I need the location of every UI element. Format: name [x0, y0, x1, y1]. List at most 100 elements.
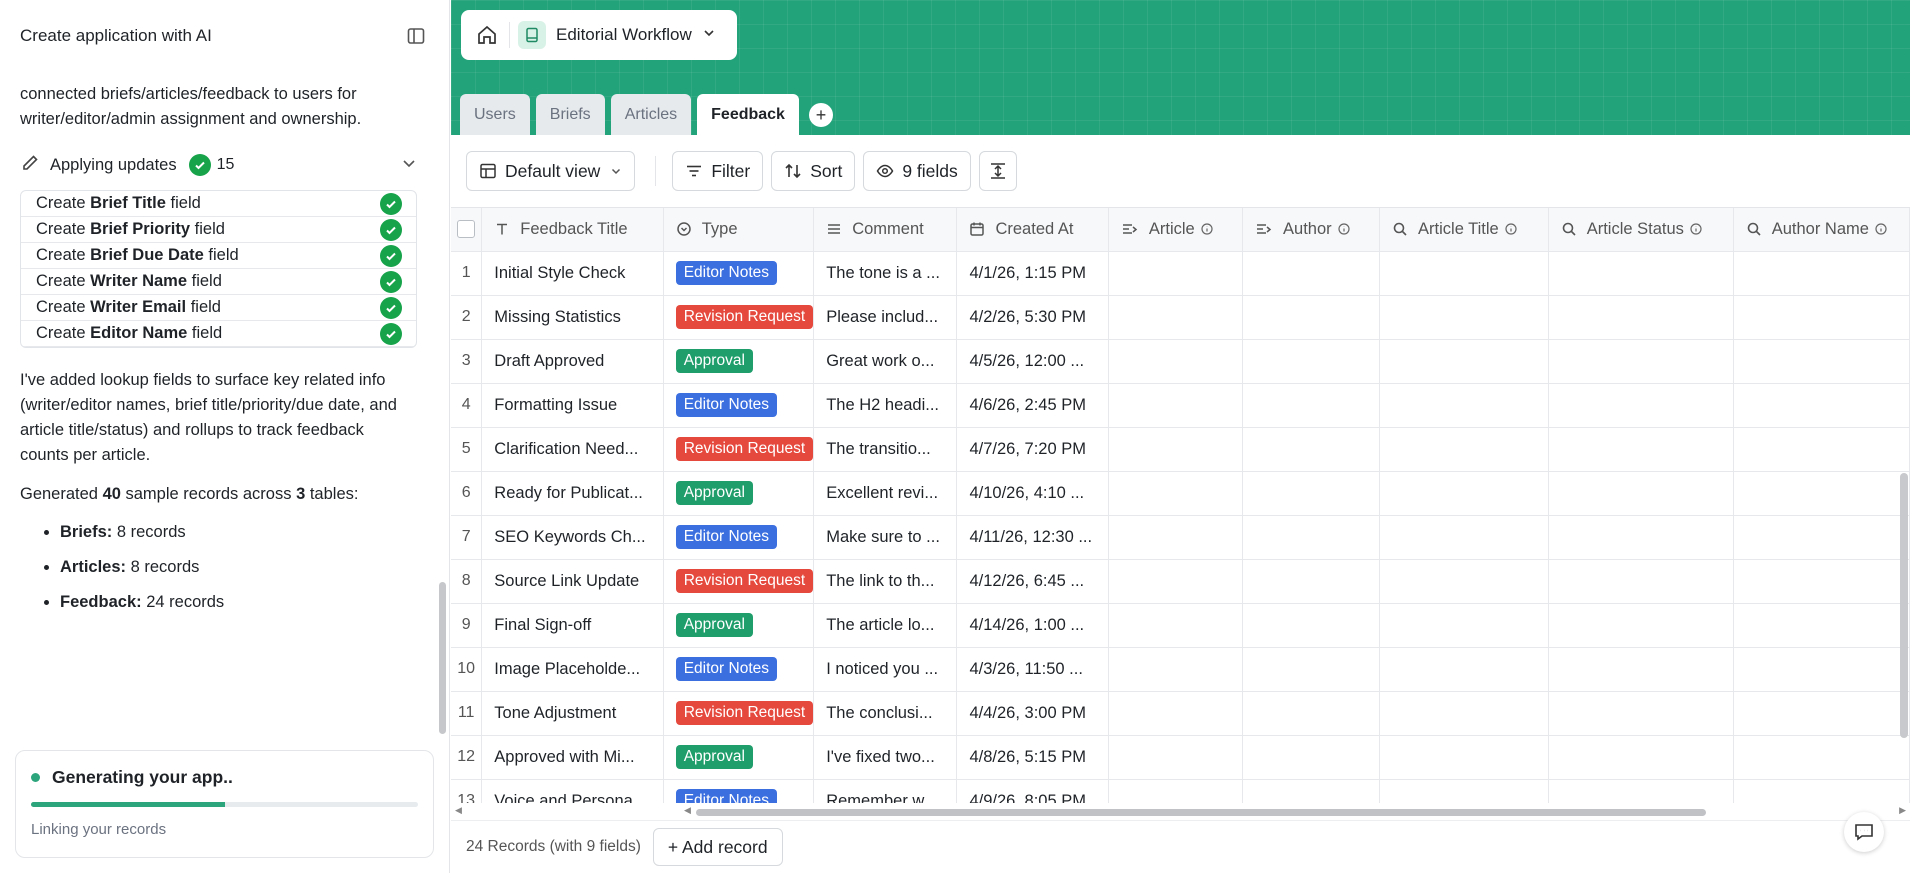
records-grid[interactable]: Feedback Title Type Comment Created At Artic… [451, 207, 1910, 803]
feedback-title-cell[interactable]: Tone Adjustment [481, 691, 664, 736]
table-row[interactable]: 5 Clarification Need... Revision Request… [451, 427, 1910, 472]
created-at-cell[interactable]: 4/11/26, 12:30 ... [956, 515, 1109, 560]
author-name-cell[interactable] [1733, 691, 1910, 736]
author-cell[interactable] [1242, 779, 1381, 803]
author-cell[interactable] [1242, 603, 1381, 648]
comment-cell[interactable]: The tone is a ... [813, 251, 958, 296]
author-cell[interactable] [1242, 515, 1381, 560]
article-cell[interactable] [1108, 691, 1244, 736]
article-title-cell[interactable] [1379, 339, 1549, 384]
author-name-cell[interactable] [1733, 779, 1910, 803]
type-cell[interactable]: Editor Notes [663, 251, 815, 296]
article-title-cell[interactable] [1379, 735, 1549, 780]
applying-updates-row[interactable]: Applying updates 15 [20, 150, 417, 180]
article-status-cell[interactable] [1548, 735, 1734, 780]
comment-cell[interactable]: Great work o... [813, 339, 958, 384]
select-all-checkbox[interactable] [457, 220, 476, 239]
article-status-cell[interactable] [1548, 691, 1734, 736]
filter-button[interactable]: Filter [672, 151, 764, 191]
created-at-cell[interactable]: 4/7/26, 7:20 PM [956, 427, 1109, 472]
comment-cell[interactable]: The link to th... [813, 559, 958, 604]
tab-briefs[interactable]: Briefs [535, 94, 605, 135]
tab-users[interactable]: Users [460, 94, 530, 135]
feedback-title-cell[interactable]: Clarification Need... [481, 427, 664, 472]
author-cell[interactable] [1242, 295, 1381, 340]
article-status-cell[interactable] [1548, 295, 1734, 340]
feedback-title-cell[interactable]: Image Placeholde... [481, 647, 664, 692]
scroll-left-icon[interactable]: ◀ [684, 805, 691, 816]
article-title-cell[interactable] [1379, 427, 1549, 472]
created-at-cell[interactable]: 4/12/26, 6:45 ... [956, 559, 1109, 604]
article-title-cell[interactable] [1379, 515, 1549, 560]
article-title-cell[interactable] [1379, 383, 1549, 428]
article-cell[interactable] [1108, 515, 1244, 560]
author-cell[interactable] [1242, 647, 1381, 692]
article-status-cell[interactable] [1548, 339, 1734, 384]
created-at-cell[interactable]: 4/4/26, 3:00 PM [956, 691, 1109, 736]
type-cell[interactable]: Editor Notes [663, 647, 815, 692]
horizontal-scrollbar[interactable]: ◀ ◀ ▶ [451, 803, 1910, 819]
article-cell[interactable] [1108, 251, 1244, 296]
add-record-button[interactable]: + Add record [652, 828, 783, 866]
sidebar-toggle-icon[interactable] [402, 22, 430, 50]
author-name-cell[interactable] [1733, 251, 1910, 296]
column-header-author-name[interactable]: Author Name [1733, 208, 1910, 252]
horizontal-scroll-thumb[interactable] [696, 809, 1706, 816]
table-row[interactable]: 1 Initial Style Check Editor Notes The t… [451, 251, 1910, 296]
feedback-title-cell[interactable]: Draft Approved [481, 339, 664, 384]
type-cell[interactable]: Approval [663, 735, 815, 780]
comment-cell[interactable]: The H2 headi... [813, 383, 958, 428]
feedback-title-cell[interactable]: Source Link Update [481, 559, 664, 604]
column-header-article-title[interactable]: Article Title [1379, 208, 1549, 252]
article-title-cell[interactable] [1379, 251, 1549, 296]
author-name-cell[interactable] [1733, 603, 1910, 648]
article-title-cell[interactable] [1379, 691, 1549, 736]
table-row[interactable]: 10 Image Placeholde... Editor Notes I no… [451, 647, 1910, 692]
comment-cell[interactable]: Remember w... [813, 779, 958, 803]
table-row[interactable]: 13 Voice and Persona Editor Notes Rememb… [451, 779, 1910, 803]
type-cell[interactable]: Editor Notes [663, 383, 815, 428]
author-cell[interactable] [1242, 559, 1381, 604]
created-at-cell[interactable]: 4/1/26, 1:15 PM [956, 251, 1109, 296]
article-title-cell[interactable] [1379, 471, 1549, 516]
scroll-right-icon[interactable]: ▶ [1899, 805, 1906, 816]
type-cell[interactable]: Revision Request [663, 427, 815, 472]
type-cell[interactable]: Approval [663, 471, 815, 516]
feedback-title-cell[interactable]: SEO Keywords Ch... [481, 515, 664, 560]
tab-feedback[interactable]: Feedback [697, 94, 799, 135]
type-cell[interactable]: Editor Notes [663, 779, 815, 803]
article-status-cell[interactable] [1548, 251, 1734, 296]
table-row[interactable]: 6 Ready for Publicat... Approval Excelle… [451, 471, 1910, 516]
column-header-feedback-title[interactable]: Feedback Title [481, 208, 664, 252]
comment-cell[interactable]: I've fixed two... [813, 735, 958, 780]
author-name-cell[interactable] [1733, 647, 1910, 692]
feedback-title-cell[interactable]: Ready for Publicat... [481, 471, 664, 516]
article-cell[interactable] [1108, 647, 1244, 692]
fields-button[interactable]: 9 fields [863, 151, 971, 191]
table-row[interactable]: 8 Source Link Update Revision Request Th… [451, 559, 1910, 604]
comment-cell[interactable]: The transitio... [813, 427, 958, 472]
created-at-cell[interactable]: 4/3/26, 11:50 ... [956, 647, 1109, 692]
author-name-cell[interactable] [1733, 295, 1910, 340]
created-at-cell[interactable]: 4/8/26, 5:15 PM [956, 735, 1109, 780]
column-header-type[interactable]: Type [663, 208, 815, 252]
article-cell[interactable] [1108, 735, 1244, 780]
created-at-cell[interactable]: 4/2/26, 5:30 PM [956, 295, 1109, 340]
article-status-cell[interactable] [1548, 471, 1734, 516]
author-cell[interactable] [1242, 691, 1381, 736]
feedback-title-cell[interactable]: Missing Statistics [481, 295, 664, 340]
created-at-cell[interactable]: 4/6/26, 2:45 PM [956, 383, 1109, 428]
article-status-cell[interactable] [1548, 559, 1734, 604]
tab-articles[interactable]: Articles [610, 94, 692, 135]
scroll-left-icon[interactable]: ◀ [455, 805, 462, 816]
type-cell[interactable]: Revision Request [663, 295, 815, 340]
article-title-cell[interactable] [1379, 603, 1549, 648]
row-height-button[interactable] [978, 151, 1017, 191]
article-status-cell[interactable] [1548, 603, 1734, 648]
feedback-title-cell[interactable]: Approved with Mi... [481, 735, 664, 780]
updates-list[interactable]: Create Brief Title field Create Brief Pr… [20, 190, 417, 348]
article-title-cell[interactable] [1379, 559, 1549, 604]
article-title-cell[interactable] [1379, 779, 1549, 803]
author-name-cell[interactable] [1733, 383, 1910, 428]
type-cell[interactable]: Approval [663, 603, 815, 648]
